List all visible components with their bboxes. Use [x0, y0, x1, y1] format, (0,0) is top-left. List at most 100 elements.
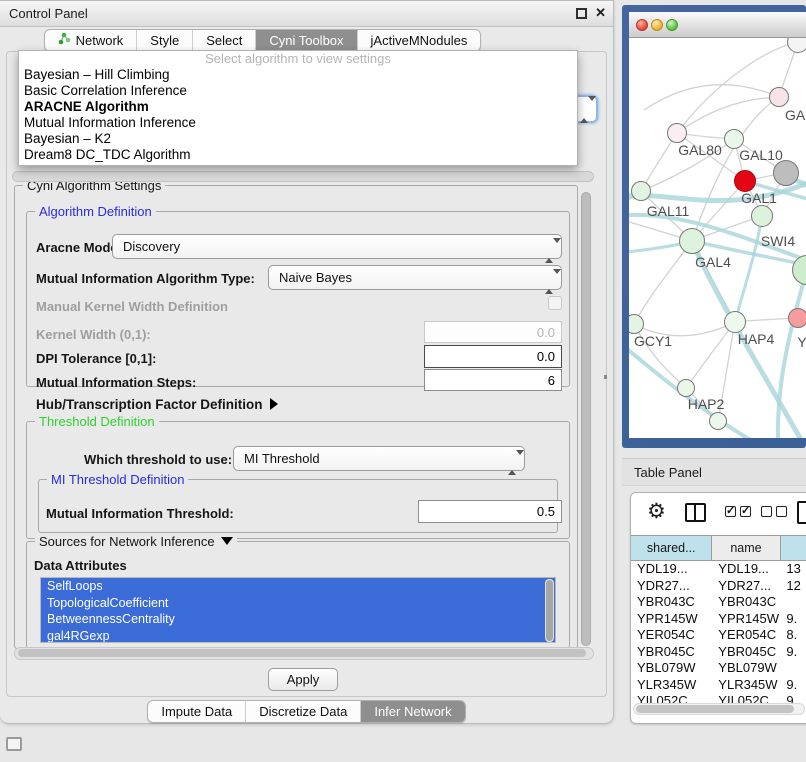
list-scrollbar[interactable] [545, 579, 554, 642]
tab-label: jActiveMNodules [371, 30, 468, 52]
mi-threshold-group-title: MI Threshold Definition [47, 472, 188, 487]
tab-cyni-toolbox[interactable]: Cyni Toolbox [256, 30, 357, 51]
network-node[interactable] [677, 379, 695, 397]
tab-network[interactable]: Network [45, 30, 138, 51]
docked-window-icon[interactable] [6, 737, 22, 751]
data-attribute-option[interactable]: SelfLoops [41, 578, 555, 595]
close-traffic-light-icon[interactable] [636, 19, 648, 31]
deselect-all-icon[interactable] [761, 506, 787, 517]
algorithm-option[interactable]: Mutual Information Inference [19, 115, 577, 131]
table-row[interactable]: YPR145WYPR145W9. [631, 611, 806, 628]
table-cell: YLR345W [712, 677, 780, 694]
tab-infer-network[interactable]: Infer Network [361, 701, 464, 722]
list-scrollbar-thumb[interactable] [546, 580, 553, 641]
table-row[interactable]: YDR27...YDR27...12 [631, 578, 806, 595]
network-node[interactable] [734, 170, 756, 192]
node-label: Y [797, 334, 806, 350]
panel-splitter-handle[interactable] [604, 375, 607, 379]
close-icon[interactable]: ✕ [595, 5, 606, 21]
tab-label: Select [206, 30, 242, 52]
network-node[interactable] [773, 160, 799, 186]
data-attributes-list[interactable]: SelfLoopsTopologicalCoefficientBetweenne… [40, 577, 556, 643]
table-row[interactable]: YBR045CYBR045C9. [631, 644, 806, 661]
network-node[interactable] [751, 205, 773, 227]
mi-steps-input[interactable] [424, 369, 562, 391]
column-header[interactable]: shared... [631, 536, 712, 560]
table-cell [780, 660, 806, 677]
table-row[interactable]: YER054CYER054C8. [631, 627, 806, 644]
mi-type-select[interactable]: Naive Bayes [268, 265, 562, 290]
network-node[interactable] [631, 181, 651, 201]
tab-discretize-data[interactable]: Discretize Data [246, 701, 361, 722]
algorithm-list: Bayesian – Hill ClimbingBasic Correlatio… [19, 67, 577, 163]
dpi-tolerance-label: DPI Tolerance [0,1]: [36, 351, 156, 366]
control-panel-titlebar: Control Panel ✕ [0, 1, 613, 27]
tab-style[interactable]: Style [137, 30, 193, 51]
which-threshold-value: MI Threshold [244, 451, 320, 466]
table-horizontal-scrollbar[interactable] [633, 703, 805, 715]
table-cell: YBL079W [631, 660, 712, 677]
data-attribute-option[interactable]: BetweennessCentrality [41, 611, 555, 628]
horizontal-scrollbar[interactable] [12, 171, 594, 182]
algorithm-option[interactable]: Bayesian – Hill Climbing [19, 67, 577, 83]
network-node[interactable] [769, 87, 789, 107]
data-attribute-option[interactable]: gal4RGexp [41, 628, 555, 644]
network-node[interactable] [679, 228, 705, 254]
table-cell: YPR145W [712, 611, 780, 628]
vscroll-thumb[interactable] [581, 192, 591, 646]
sources-group-title[interactable]: Sources for Network Inference [35, 534, 237, 549]
which-threshold-label: Which threshold to use: [84, 452, 232, 467]
tab-impute-data[interactable]: Impute Data [148, 701, 246, 722]
hub-definition-label: Hub/Transcription Factor Definition [36, 397, 263, 412]
table-row[interactable]: YDL19...YDL19...13 [631, 561, 806, 578]
node-label: GAL1 [741, 190, 777, 206]
minimize-traffic-light-icon[interactable] [651, 19, 663, 31]
network-canvas[interactable]: GALGAL80GAL10GAL1GAL11SWI4GAL4GCY1HAP4YH… [629, 38, 806, 438]
table-cell: YBR043C [631, 594, 712, 611]
table-cell: YDL19... [631, 561, 712, 578]
table-hscroll-thumb[interactable] [636, 705, 794, 713]
algorithm-option[interactable]: Bayesian – K2 [19, 131, 577, 147]
network-node[interactable] [788, 308, 806, 328]
split-columns-icon[interactable] [685, 503, 706, 522]
network-node[interactable] [709, 412, 727, 430]
network-node[interactable] [667, 123, 687, 143]
table-row[interactable]: YLR345WYLR345W9. [631, 677, 806, 694]
aracne-mode-select[interactable]: Discovery [112, 234, 562, 259]
mi-threshold-input[interactable] [418, 500, 562, 523]
which-threshold-select[interactable]: MI Threshold [233, 446, 525, 471]
kernel-width-input[interactable] [424, 321, 562, 343]
tab-jactivemnodules[interactable]: jActiveMNodules [358, 30, 481, 51]
algorithm-option[interactable]: Basic Correlation Inference [19, 83, 577, 99]
data-attribute-option[interactable]: TopologicalCoefficient [41, 595, 555, 612]
tab-select[interactable]: Select [193, 30, 256, 51]
manual-kernel-checkbox[interactable] [548, 296, 562, 310]
network-node[interactable] [724, 311, 746, 333]
tab-label: Discretize Data [259, 701, 347, 723]
algorithm-option[interactable]: Dream8 DC_TDC Algorithm [19, 147, 577, 163]
gear-icon[interactable]: ⚙ [647, 500, 666, 524]
settings-horizontal-scrollbar[interactable] [14, 647, 594, 660]
dpi-tolerance-input[interactable] [424, 345, 562, 368]
zoom-traffic-light-icon[interactable] [666, 19, 678, 31]
column-header[interactable]: name [712, 536, 780, 560]
table-row[interactable]: YBL079WYBL079W [631, 660, 806, 677]
panel-title: Control Panel [9, 6, 88, 21]
apply-button[interactable]: Apply [268, 668, 338, 691]
algorithm-option[interactable]: ARACNE Algorithm [19, 99, 577, 115]
mi-type-value: Naive Bayes [279, 270, 352, 285]
float-window-icon[interactable] [576, 8, 587, 19]
table-cell: YDL19... [712, 561, 780, 578]
node-label: HAP2 [688, 396, 725, 412]
tab-label: Style [150, 30, 179, 52]
column-header[interactable] [781, 536, 806, 560]
network-node[interactable] [724, 129, 744, 149]
node-label: GAL11 [647, 203, 690, 219]
new-table-icon[interactable] [797, 501, 806, 524]
algorithm-dropdown-popup: Select algorithm to view settings Bayesi… [18, 50, 578, 166]
select-all-icon[interactable] [725, 506, 751, 517]
settings-vertical-scrollbar[interactable] [580, 189, 593, 649]
table-row[interactable]: YBR043CYBR043C [631, 594, 806, 611]
hub-definition-toggle[interactable]: Hub/Transcription Factor Definition [36, 397, 278, 412]
hscroll-thumb[interactable] [18, 649, 586, 657]
